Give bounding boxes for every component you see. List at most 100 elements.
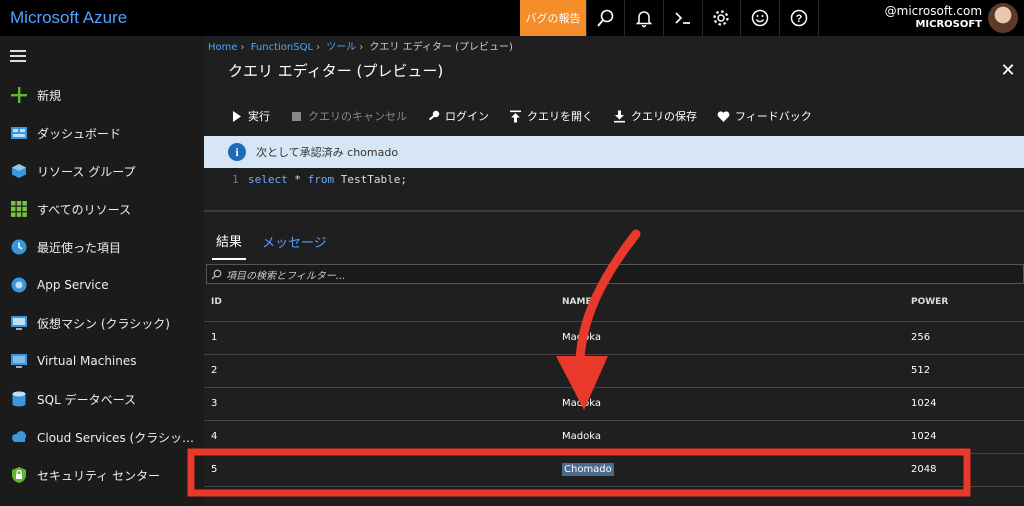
resource-group-icon [10, 162, 28, 180]
login-button[interactable]: ログイン [427, 108, 489, 124]
cell-power: 256 [911, 321, 1024, 355]
close-icon[interactable]: ✕ [998, 60, 1018, 81]
auth-info-banner: i 次として承認済み chomado [204, 136, 1024, 168]
sidebar-item-new[interactable]: 新規 [0, 76, 204, 114]
cell-id: 5 [204, 453, 562, 487]
table-row[interactable]: 4 Madoka 1024 [204, 420, 1024, 454]
app-service-icon [10, 276, 28, 294]
sidebar-item-recent[interactable]: 最近使った項目 [0, 228, 204, 266]
sidebar-item-dashboard[interactable]: ダッシュボード [0, 114, 204, 152]
sidebar-item-virtual-machines[interactable]: Virtual Machines [0, 342, 204, 380]
sidebar-item-label: 新規 [37, 88, 62, 103]
tab-results[interactable]: 結果 [212, 223, 247, 260]
info-icon: i [228, 143, 246, 161]
help-icon[interactable]: ? [778, 0, 818, 36]
cancel-query-button[interactable]: クエリのキャンセル [290, 108, 407, 124]
command-bar: 実行 クエリのキャンセル ログイン クエリを開く クエリの保存 フィードバック [204, 96, 1024, 136]
cell-id: 1 [204, 321, 562, 355]
column-header-power[interactable]: POWER [911, 284, 1024, 322]
table-row[interactable]: 2 512 [204, 354, 1024, 388]
sidebar-item-all-resources[interactable]: すべてのリソース [0, 190, 204, 228]
run-label: 実行 [248, 110, 270, 123]
top-bar: Microsoft Azure バグの報告 ? @microsoft.com M… [0, 0, 1024, 36]
results-table: ID NAME POWER 1 Madoka 256 2 512 3 Madok… [204, 284, 1024, 487]
cell-name [562, 354, 911, 388]
line-number: 1 [232, 173, 239, 186]
breadcrumb-tools[interactable]: ツール [326, 42, 356, 53]
cell-name: Chomado [562, 453, 911, 487]
editor-table: TestTable; [334, 173, 407, 186]
cell-name: Madoka [562, 420, 911, 454]
sidebar-item-label: Virtual Machines [37, 354, 137, 368]
sidebar: 新規 ダッシュボード リソース グループ すべてのリソース 最近使った項目 Ap… [0, 36, 204, 506]
bug-report-button[interactable]: バグの報告 [520, 0, 586, 36]
account-email: @microsoft.com [884, 4, 983, 19]
breadcrumb: Home › FunctionSQL › ツール › クエリ エディター (プレビュー… [208, 42, 513, 53]
auth-info-text: 次として承認済み chomado [256, 146, 399, 159]
gear-icon[interactable] [701, 0, 741, 36]
breadcrumb-home[interactable]: Home [208, 42, 238, 53]
sidebar-item-label: すべてのリソース [37, 202, 132, 217]
sidebar-item-label: Cloud Services (クラシッ… [37, 430, 194, 445]
sidebar-item-sql-databases[interactable]: SQL データベース [0, 380, 204, 418]
search-icon[interactable] [585, 0, 625, 36]
open-query-button[interactable]: クエリを開く [509, 108, 593, 124]
download-icon [614, 110, 625, 122]
sql-editor[interactable]: 1 select * from TestTable; [204, 168, 1024, 212]
feedback-button[interactable]: フィードバック [717, 108, 812, 124]
keyword-select: select [248, 173, 288, 186]
cancel-query-label: クエリのキャンセル [308, 110, 407, 123]
table-row[interactable]: 5 Chomado 2048 [204, 453, 1024, 487]
smiley-icon[interactable] [740, 0, 779, 36]
stop-icon [292, 111, 301, 121]
sidebar-item-app-service[interactable]: App Service [0, 266, 204, 304]
column-header-id[interactable]: ID [204, 284, 562, 322]
open-query-label: クエリを開く [527, 110, 593, 123]
sidebar-item-resource-groups[interactable]: リソース グループ [0, 152, 204, 190]
filter-search-input[interactable]: 項目の検索とフィルター... [206, 264, 1024, 284]
table-row[interactable]: 1 Madoka 256 [204, 321, 1024, 355]
account-menu[interactable]: @microsoft.com MICROSOFT [817, 0, 1024, 36]
sidebar-item-security-center[interactable]: セキュリティ センター [0, 456, 204, 494]
cell-power: 1024 [911, 420, 1024, 454]
editor-star: * [287, 173, 308, 186]
grid-icon [10, 200, 28, 218]
cell-id: 2 [204, 354, 562, 388]
avatar[interactable] [988, 3, 1019, 33]
sidebar-item-label: セキュリティ センター [37, 468, 161, 483]
search-icon [211, 269, 222, 279]
cloud-shell-icon[interactable] [663, 0, 702, 36]
bell-icon[interactable] [624, 0, 663, 36]
cell-power: 512 [911, 354, 1024, 388]
feedback-label: フィードバック [735, 110, 812, 123]
hamburger-menu-icon[interactable] [0, 36, 204, 76]
column-header-name[interactable]: NAME [562, 284, 911, 322]
breadcrumb-functionsql[interactable]: FunctionSQL [251, 42, 313, 53]
keyword-from: from [307, 173, 335, 186]
svg-text:?: ? [795, 13, 802, 25]
sidebar-item-label: App Service [37, 278, 109, 292]
save-query-button[interactable]: クエリの保存 [613, 108, 697, 124]
cell-id: 3 [204, 387, 562, 421]
page-title: クエリ エディター (プレビュー) [228, 61, 444, 80]
tab-messages[interactable]: メッセージ [258, 224, 331, 259]
redaction-bar [818, 5, 883, 20]
sidebar-item-cloud-services[interactable]: Cloud Services (クラシッ… [0, 418, 204, 456]
cell-power: 1024 [911, 387, 1024, 421]
table-header-row: ID NAME POWER [204, 284, 1024, 322]
dashboard-icon [10, 124, 28, 142]
highlighted-name: Chomado [562, 463, 614, 476]
table-row[interactable]: 3 Madoka 1024 [204, 387, 1024, 421]
brand-logo[interactable]: Microsoft Azure [0, 8, 520, 28]
cell-power: 2048 [911, 453, 1024, 487]
sql-icon [10, 390, 28, 408]
vm-classic-icon [10, 314, 28, 332]
sidebar-item-label: SQL データベース [37, 392, 136, 407]
sidebar-item-vm-classic[interactable]: 仮想マシン (クラシック) [0, 304, 204, 342]
cloud-icon [10, 428, 28, 446]
run-button[interactable]: 実行 [230, 108, 270, 124]
breadcrumb-current: クエリ エディター (プレビュー) [369, 42, 513, 53]
heart-icon [717, 110, 730, 122]
sidebar-item-label: 仮想マシン (クラシック) [37, 316, 170, 331]
sidebar-item-label: 最近使った項目 [37, 240, 122, 255]
